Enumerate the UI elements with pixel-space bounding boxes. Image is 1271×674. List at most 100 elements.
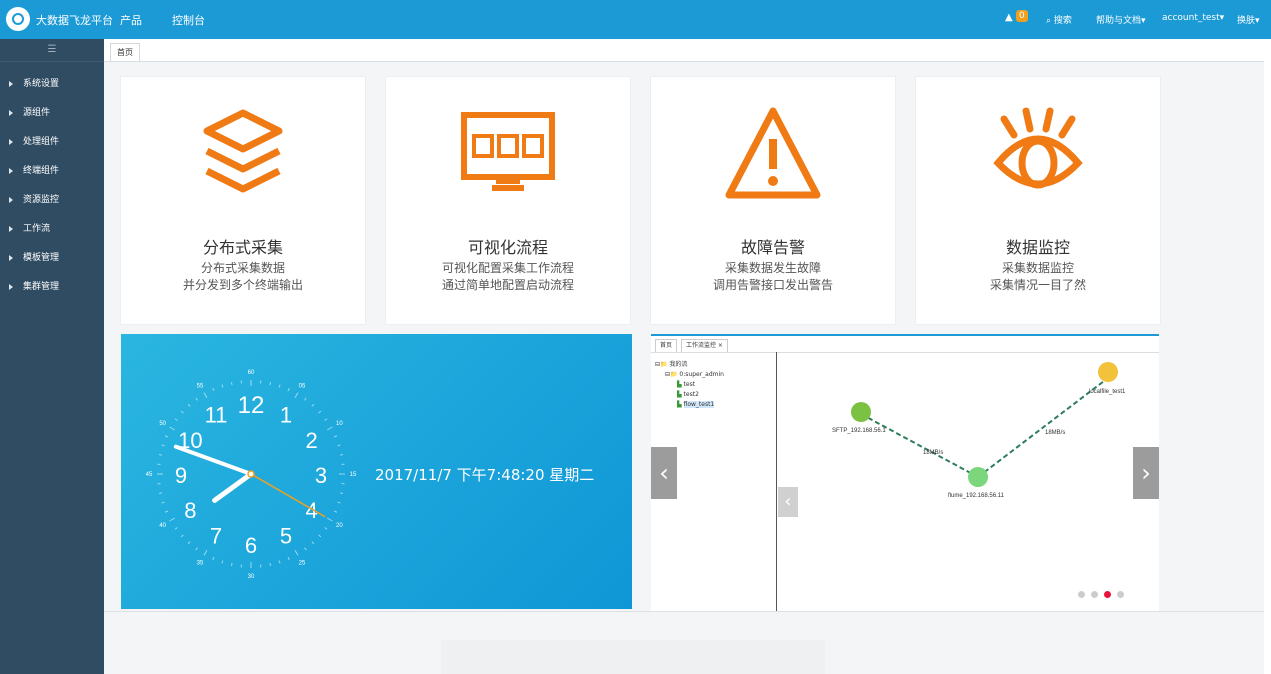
warning-icon — [725, 107, 821, 199]
clock-hour-number: 12 — [238, 392, 265, 419]
nav-product[interactable]: 产品 — [120, 12, 142, 28]
notification-badge[interactable]: 0 — [1016, 10, 1028, 22]
card-desc-line1: 分布式采集数据 — [200, 261, 285, 275]
content-divider — [104, 611, 1264, 612]
card-desc-line1: 采集数据监控 — [1001, 261, 1074, 275]
clock-tick — [221, 560, 224, 564]
layers-icon — [203, 109, 283, 193]
folder-icon: ⊟📁 — [665, 371, 678, 378]
clock-tick — [294, 549, 299, 556]
preview-tab-home: 首页 — [655, 339, 678, 352]
clock-tick — [158, 492, 163, 495]
clock-tick — [287, 387, 290, 392]
carousel-dot[interactable] — [1078, 591, 1085, 598]
flow-tree: ⊟📁 我的流 ⊟📁 0:super_admin ▙ test ▙ test2 ▙… — [655, 360, 724, 410]
preview-tab-workflow-monitor: 工作流监控 × — [681, 339, 728, 352]
sidebar-item-processing-components[interactable]: 处理组件 — [0, 128, 104, 157]
clock-second-hand — [250, 473, 326, 518]
clock-tick — [169, 517, 176, 522]
nav-console[interactable]: 控制台 — [172, 12, 205, 28]
clock-tick — [278, 560, 281, 564]
clock-tick — [304, 547, 307, 551]
inner-prev-button: ‹ — [778, 487, 798, 517]
edge-rate-label: 18MB/s — [1045, 430, 1065, 436]
node-sftp-icon[interactable] — [851, 402, 871, 422]
clock-hour-number: 1 — [280, 402, 292, 427]
tree-flow-label: test — [683, 381, 696, 388]
clock-tick — [311, 541, 315, 545]
clock-tick — [269, 381, 272, 386]
chart-icon: ▙ — [677, 401, 682, 408]
clock-minute-label: 50 — [159, 421, 166, 427]
clock-hour-number: 2 — [305, 428, 317, 453]
logo-icon[interactable] — [6, 7, 30, 31]
clock-tick — [230, 562, 233, 567]
caret-right-icon — [9, 109, 13, 116]
sidebar-item-template-management[interactable]: 模板管理 — [0, 244, 104, 273]
caret-right-icon — [9, 225, 13, 232]
carousel-dot[interactable] — [1091, 591, 1098, 598]
clock-hour-number: 11 — [205, 402, 228, 427]
tab-home[interactable]: 首页 — [110, 43, 140, 61]
bell-icon[interactable]: ▲ — [1005, 12, 1013, 23]
account-dropdown[interactable]: account_test▾ — [1162, 13, 1224, 23]
sidebar: ☰ 系统设置 源组件 处理组件 终端组件 资源监控 工作流 模板管理 集群管理 — [0, 39, 104, 674]
search-button[interactable]: ⌕ 搜索 — [1046, 13, 1072, 26]
sidebar-item-workflow[interactable]: 工作流 — [0, 215, 104, 244]
sidebar-item-label: 源组件 — [23, 108, 51, 118]
sidebar-item-terminal-components[interactable]: 终端组件 — [0, 157, 104, 186]
flow-monitor-icon — [461, 112, 555, 191]
feature-card-visual-flow[interactable]: 可视化流程 可视化配置采集工作流程 通过简单地配置启动流程 — [385, 76, 631, 325]
sidebar-item-cluster-management[interactable]: 集群管理 — [0, 273, 104, 302]
chevron-left-icon: ‹ — [784, 491, 792, 512]
node-localfile-icon[interactable] — [1098, 362, 1118, 382]
folder-icon: ⊟📁 — [655, 361, 668, 368]
flow-graph: SFTP_192.168.56.1 flume_192.168.56.11 lo… — [832, 362, 1126, 499]
clock-tick — [287, 556, 290, 561]
skin-dropdown[interactable]: 换肤▾ — [1237, 13, 1260, 26]
carousel-next-button[interactable]: › — [1133, 447, 1159, 499]
sidebar-item-system-settings[interactable]: 系统设置 — [0, 70, 104, 99]
clock-tick — [278, 384, 281, 388]
clock-minute-label: 55 — [197, 384, 204, 390]
help-docs-dropdown[interactable]: 帮助与文档▾ — [1096, 13, 1146, 26]
clock-minute-label: 60 — [248, 370, 255, 376]
clock-hour-number: 5 — [280, 524, 292, 549]
carousel-indicators — [1078, 583, 1130, 602]
card-desc-line1: 采集数据发生故障 — [724, 261, 821, 275]
node-label: localfile_test1 — [1089, 389, 1126, 395]
brand-name[interactable]: 大数据飞龙平台 — [36, 12, 113, 28]
node-label: SFTP_192.168.56.1 — [832, 428, 886, 434]
clock-center-cap — [247, 470, 255, 478]
card-title: 分布式采集 — [202, 238, 283, 257]
feature-card-data-monitor[interactable]: 数据监控 采集数据监控 采集情况一目了然 — [915, 76, 1161, 325]
clock-tick — [326, 426, 333, 431]
clock-minute-label: 05 — [299, 384, 306, 390]
chevron-down-icon: ▾ — [1141, 16, 1146, 26]
tree-flow-label: test2 — [683, 391, 699, 398]
node-flume-icon[interactable] — [968, 467, 988, 487]
card-desc-line2: 采集情况一目了然 — [989, 278, 1086, 292]
chart-icon: ▙ — [677, 391, 682, 398]
clock-tick — [164, 510, 169, 513]
tab-strip: 首页 — [104, 39, 1271, 62]
flow-canvas: SFTP_192.168.56.1 flume_192.168.56.11 lo… — [776, 352, 1159, 611]
carousel-prev-button[interactable]: ‹ — [651, 447, 677, 499]
clock-tick — [333, 435, 338, 438]
node-label: flume_192.168.56.11 — [948, 493, 1005, 499]
feature-card-distributed-collection[interactable]: 分布式采集 分布式采集数据 并分发到多个终端输出 — [120, 76, 366, 325]
card-title: 可视化流程 — [467, 238, 548, 257]
caret-right-icon — [9, 167, 13, 174]
carousel-dot[interactable] — [1117, 591, 1124, 598]
card-desc-line2: 并分发到多个终端输出 — [182, 278, 303, 292]
sidebar-toggle[interactable]: ☰ — [0, 39, 104, 62]
sidebar-item-resource-monitor[interactable]: 资源监控 — [0, 186, 104, 215]
clock-hour-number: 9 — [175, 463, 187, 488]
caret-right-icon — [9, 80, 13, 87]
clock-tick — [294, 392, 299, 399]
chevron-down-icon: ▾ — [1255, 16, 1260, 26]
skin-label: 换肤 — [1237, 16, 1256, 26]
carousel-dot-active[interactable] — [1104, 591, 1111, 598]
sidebar-item-source-components[interactable]: 源组件 — [0, 99, 104, 128]
feature-card-fault-alarm[interactable]: 故障告警 采集数据发生故障 调用告警接口发出警告 — [650, 76, 896, 325]
